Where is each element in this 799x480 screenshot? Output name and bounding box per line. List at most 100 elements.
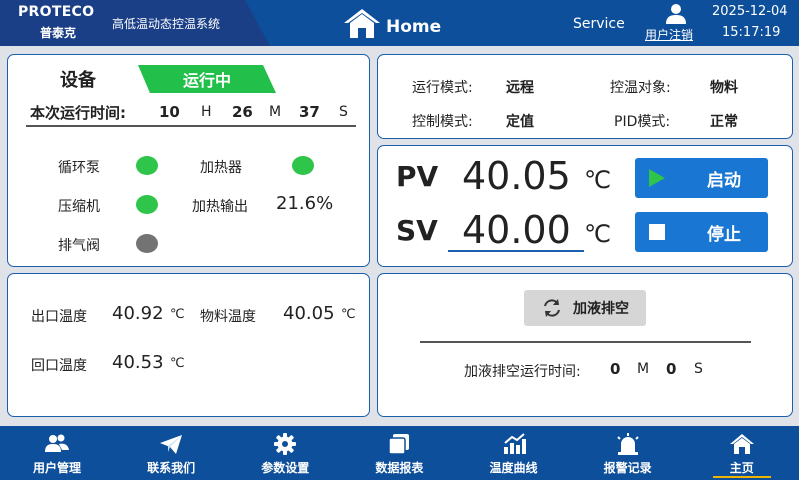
logout-link[interactable]: 用户注销 — [645, 26, 693, 43]
vent-valve-label: 排气阀 — [58, 238, 100, 254]
outlet-temp-unit: ℃ — [170, 307, 185, 322]
sv-label: SV — [396, 214, 438, 247]
sv-value-input[interactable]: 40.00 — [462, 208, 571, 252]
home-title: Home — [340, 6, 441, 40]
nav-user-management-label: 用户管理 — [33, 461, 82, 475]
start-button-label: 启动 — [707, 170, 741, 191]
pid-mode-label: PID模式: — [614, 114, 671, 130]
system-title: 高低温动态控温系统 — [112, 17, 221, 31]
home-icon — [729, 434, 754, 454]
stop-button[interactable]: 停止 — [635, 212, 768, 252]
nav-parameters[interactable]: 参数设置 — [228, 426, 342, 480]
runtime-minutes: 26 — [232, 103, 253, 121]
control-target-label: 控温对象: — [610, 80, 671, 96]
device-panel: 设备 运行中 本次运行时间: 10 H 26 M 37 S 循环泵 加热器 压缩… — [7, 54, 370, 267]
drain-panel: 加液排空 加液排空运行时间: 0 M 0 S — [377, 273, 793, 417]
start-button[interactable]: 启动 — [635, 158, 768, 198]
bar-chart-icon — [503, 433, 526, 454]
outlet-temp-value: 40.92 — [112, 303, 164, 324]
pv-unit: ℃ — [584, 166, 611, 194]
control-target-value: 物料 — [710, 80, 738, 96]
pid-mode-value: 正常 — [710, 114, 738, 130]
time-display: 15:17:19 — [722, 25, 781, 40]
report-icon — [388, 434, 410, 455]
nav-home-label: 主页 — [729, 461, 754, 475]
nav-user-management[interactable]: 用户管理 — [0, 426, 114, 480]
material-temp-label: 物料温度 — [200, 309, 256, 325]
brand-subtitle: 普泰克 — [40, 26, 77, 40]
drain-runtime-seconds-unit: S — [694, 361, 703, 377]
control-mode-value: 定值 — [506, 114, 534, 130]
runtime-seconds-unit: S — [339, 104, 348, 120]
nav-contact[interactable]: 联系我们 — [114, 426, 228, 480]
compressor-status-indicator — [136, 195, 158, 214]
nav-contact-label: 联系我们 — [147, 461, 196, 475]
pv-label: PV — [396, 160, 439, 193]
gear-icon — [274, 433, 297, 455]
runtime-hours-unit: H — [201, 104, 212, 120]
brand-name: PROTECO — [18, 4, 95, 20]
divider — [420, 341, 751, 343]
runtime-label: 本次运行时间: — [30, 104, 126, 122]
pv-sv-panel: PV 40.05 ℃ SV 40.00 ℃ 启动 停止 — [377, 145, 793, 267]
stop-icon — [635, 224, 679, 240]
sv-unit: ℃ — [584, 220, 611, 248]
device-title: 设备 — [60, 70, 96, 91]
user-icon[interactable] — [665, 3, 687, 25]
material-temp-unit: ℃ — [341, 307, 356, 322]
nav-parameters-label: 参数设置 — [261, 461, 310, 475]
brand-block: PROTECO 普泰克 高低温动态控温系统 — [0, 0, 270, 46]
stop-button-label: 停止 — [707, 224, 741, 245]
drain-runtime-minutes-unit: M — [637, 361, 650, 377]
material-temp-value: 40.05 — [283, 303, 335, 324]
pump-status-indicator — [136, 156, 158, 175]
runtime-row: 本次运行时间: 10 H 26 M 37 S — [26, 99, 356, 127]
return-temp-value: 40.53 — [112, 352, 164, 373]
heat-output-value: 21.6% — [276, 193, 334, 214]
pump-label: 循环泵 — [58, 160, 100, 176]
runtime-minutes-unit: M — [269, 104, 282, 120]
status-badge: 运行中 — [138, 65, 276, 93]
bottom-nav: 用户管理 联系我们 参数设置 数据报表 温度曲线 报警记录 主页 — [0, 426, 799, 480]
sv-input-underline — [448, 250, 584, 252]
modes-panel: 运行模式: 远程 控温对象: 物料 控制模式: 定值 PID模式: 正常 — [377, 54, 793, 139]
header-bar: PROTECO 普泰克 高低温动态控温系统 Home Service 用户注销 … — [0, 0, 799, 46]
heater-label: 加热器 — [200, 160, 242, 176]
play-icon — [635, 168, 679, 188]
control-mode-label: 控制模式: — [412, 114, 473, 130]
nav-reports-label: 数据报表 — [375, 461, 424, 475]
alarm-light-icon — [616, 433, 639, 455]
outlet-temp-label: 出口温度 — [31, 309, 87, 325]
compressor-label: 压缩机 — [58, 199, 100, 215]
home-icon — [344, 9, 380, 38]
main-content: 设备 运行中 本次运行时间: 10 H 26 M 37 S 循环泵 加热器 压缩… — [0, 46, 799, 426]
vent-valve-status-indicator — [136, 234, 158, 253]
home-label: Home — [386, 17, 442, 37]
drain-runtime-minutes: 0 — [610, 360, 621, 378]
runtime-hours: 10 — [159, 103, 180, 121]
temperatures-panel: 出口温度 40.92 ℃ 物料温度 40.05 ℃ 回口温度 40.53 ℃ — [7, 273, 370, 417]
date-display: 2025-12-04 — [712, 4, 788, 19]
run-mode-label: 运行模式: — [412, 80, 473, 96]
return-temp-label: 回口温度 — [31, 358, 87, 374]
paper-plane-icon — [160, 435, 183, 454]
nav-alarms[interactable]: 报警记录 — [571, 426, 685, 480]
drain-button[interactable]: 加液排空 — [524, 290, 646, 326]
heater-status-indicator — [292, 156, 314, 175]
return-temp-unit: ℃ — [170, 356, 185, 371]
drain-button-label: 加液排空 — [573, 301, 629, 317]
heat-output-label: 加热输出 — [192, 199, 248, 215]
nav-home[interactable]: 主页 — [685, 426, 799, 480]
service-link[interactable]: Service — [573, 16, 625, 32]
nav-temperature-curves[interactable]: 温度曲线 — [457, 426, 571, 480]
nav-reports[interactable]: 数据报表 — [342, 426, 456, 480]
runtime-seconds: 37 — [299, 103, 320, 121]
drain-runtime-label: 加液排空运行时间: — [464, 364, 581, 380]
run-mode-value: 远程 — [506, 80, 534, 96]
pv-value: 40.05 — [462, 154, 571, 198]
drain-runtime-seconds: 0 — [666, 360, 677, 378]
nav-alarms-label: 报警记录 — [603, 461, 652, 475]
nav-temperature-curves-label: 温度曲线 — [489, 461, 538, 475]
users-icon — [45, 434, 70, 452]
refresh-icon — [544, 299, 560, 317]
